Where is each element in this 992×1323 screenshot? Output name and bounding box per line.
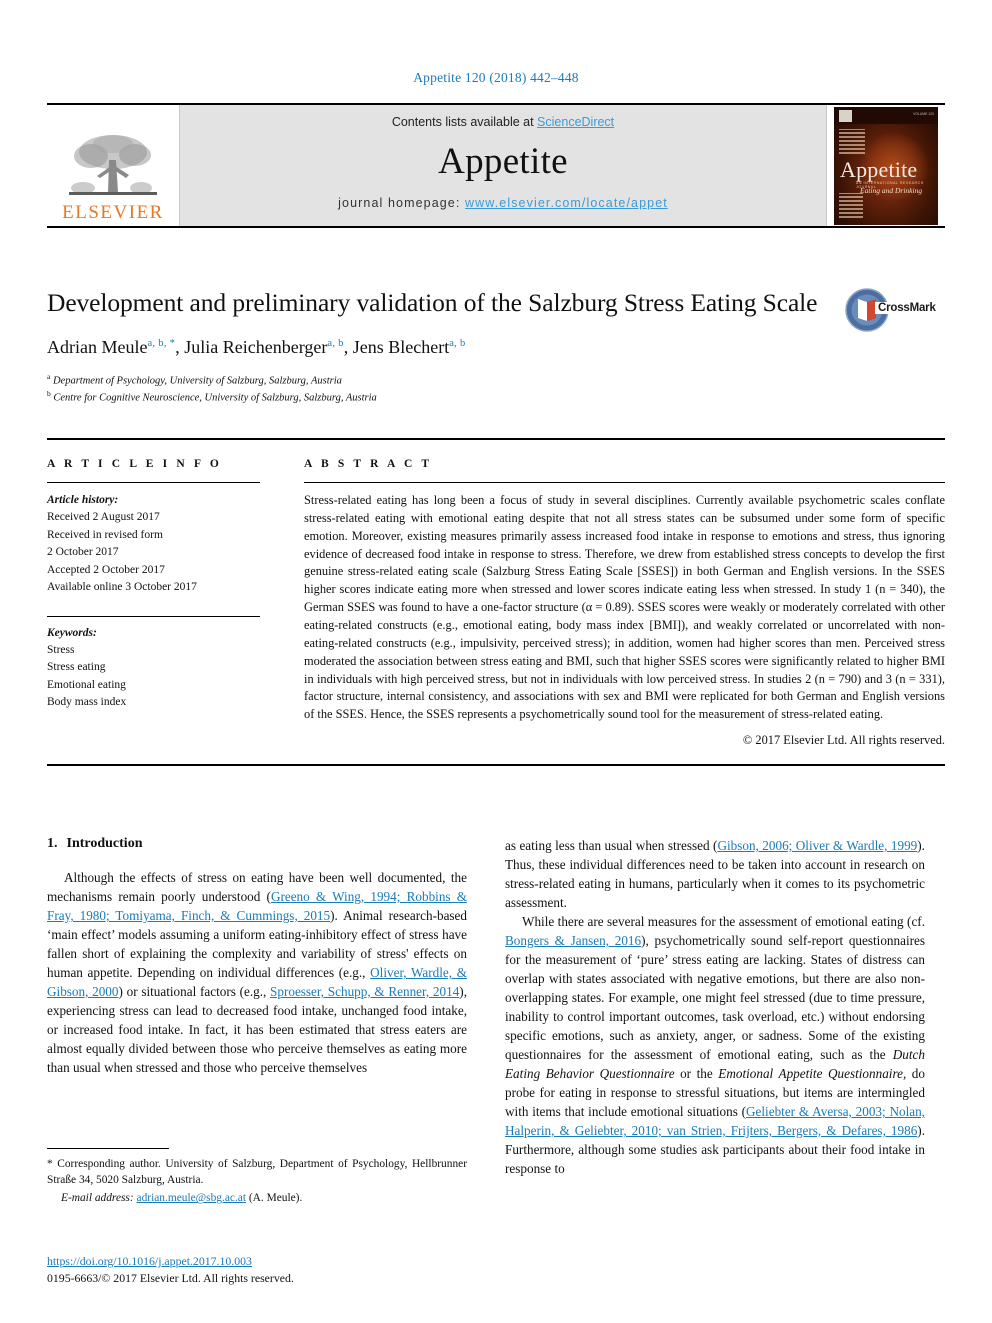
paragraph: as eating less than usual when stressed … bbox=[505, 836, 925, 912]
journal-cover-thumbnail: VOLUME 120 Appetite AN INTERNATIONAL RES… bbox=[827, 105, 945, 226]
citation-link[interactable]: Sproesser, Schupp, & Renner, 2014 bbox=[270, 984, 459, 999]
masthead-center: Contents lists available at ScienceDirec… bbox=[179, 105, 827, 226]
paragraph: Although the effects of stress on eating… bbox=[47, 868, 467, 1077]
doi-link[interactable]: https://doi.org/10.1016/j.appet.2017.10.… bbox=[47, 1254, 252, 1268]
sciencedirect-link[interactable]: ScienceDirect bbox=[537, 115, 614, 129]
section-title: Introduction bbox=[66, 836, 143, 851]
doi-block: https://doi.org/10.1016/j.appet.2017.10.… bbox=[47, 1252, 467, 1287]
affiliation-mark: b bbox=[47, 389, 51, 399]
article-info-column: A R T I C L E I N F O Article history: R… bbox=[47, 458, 282, 748]
keywords-label: Keywords: bbox=[47, 626, 97, 639]
article-history-line: Received in revised form bbox=[47, 528, 163, 541]
abstract-divider bbox=[304, 482, 945, 483]
paragraph-text: ), psychometrically sound self-report qu… bbox=[505, 933, 925, 1062]
paragraph-text: as eating less than usual when stressed … bbox=[505, 838, 718, 853]
article-info-abstract-band: A R T I C L E I N F O Article history: R… bbox=[47, 438, 945, 767]
journal-homepage-link[interactable]: www.elsevier.com/locate/appet bbox=[465, 196, 668, 210]
article-page: Appetite 120 (2018) 442–448 ELSEVIER Con… bbox=[0, 0, 992, 1323]
citation-link[interactable]: Bongers & Jansen, 2016 bbox=[505, 933, 641, 948]
article-history-line: Accepted 2 October 2017 bbox=[47, 563, 165, 576]
journal-cover-image: VOLUME 120 Appetite AN INTERNATIONAL RES… bbox=[834, 106, 938, 225]
section-number: 1. bbox=[47, 836, 58, 851]
cover-side-text-lines-lower bbox=[839, 192, 863, 221]
abstract-copyright: © 2017 Elsevier Ltd. All rights reserved… bbox=[742, 733, 945, 748]
article-info-divider bbox=[47, 482, 260, 483]
author-affiliation-marks: a, b bbox=[449, 338, 466, 350]
article-history-label: Article history: bbox=[47, 494, 119, 506]
paragraph-text: ) or situational factors (e.g., bbox=[118, 984, 271, 999]
crossmark-badge[interactable]: CrossMark bbox=[845, 288, 945, 340]
contents-prefix: Contents lists available at bbox=[391, 115, 538, 129]
cover-issue-text: VOLUME 120 bbox=[913, 111, 934, 116]
journal-masthead: ELSEVIER Contents lists available at Sci… bbox=[47, 103, 945, 228]
section-heading-introduction: 1. Introduction bbox=[47, 836, 467, 852]
article-title: Development and preliminary validation o… bbox=[47, 288, 818, 317]
journal-homepage-line: journal homepage: www.elsevier.com/locat… bbox=[338, 196, 668, 210]
affiliation-item: b Centre for Cognitive Neuroscience, Uni… bbox=[47, 389, 847, 406]
cover-journal-name: Appetite bbox=[840, 156, 918, 182]
footnote-rule bbox=[47, 1148, 169, 1149]
journal-name-italic: Emotional Appetite Questionnaire bbox=[718, 1066, 903, 1081]
footnote-text: Corresponding author. University of Salz… bbox=[47, 1158, 467, 1187]
title-block: Development and preliminary validation o… bbox=[47, 288, 847, 406]
contents-available-line: Contents lists available at ScienceDirec… bbox=[392, 115, 614, 129]
affiliation-item: a Department of Psychology, University o… bbox=[47, 372, 847, 389]
elsevier-tree-logo-icon bbox=[69, 135, 157, 195]
author-name[interactable]: Jens Blechert bbox=[353, 337, 449, 357]
email-suffix: (A. Meule). bbox=[246, 1192, 303, 1205]
author-name[interactable]: Julia Reichenberger bbox=[184, 337, 327, 357]
citation-link[interactable]: Gibson, 2006; Oliver & Wardle, 1999 bbox=[717, 838, 917, 853]
paragraph: While there are several measures for the… bbox=[505, 912, 925, 1178]
corresponding-author-text: * Corresponding author. University of Sa… bbox=[47, 1156, 467, 1188]
article-info-heading: A R T I C L E I N F O bbox=[47, 458, 222, 470]
email-link[interactable]: adrian.meule@sbg.ac.at bbox=[137, 1192, 246, 1204]
keyword-item: Stress eating bbox=[47, 661, 106, 674]
homepage-prefix: journal homepage: bbox=[338, 196, 465, 210]
elsevier-logo: ELSEVIER bbox=[47, 105, 179, 226]
author-affiliation-marks: a, b, * bbox=[147, 338, 176, 350]
email-line: E-mail address: adrian.meule@sbg.ac.at (… bbox=[47, 1190, 467, 1206]
corresponding-author-footnote: * Corresponding author. University of Sa… bbox=[47, 1148, 467, 1207]
keyword-item: Emotional eating bbox=[47, 678, 126, 691]
keyword-item: Stress bbox=[47, 643, 75, 656]
elsevier-wordmark: ELSEVIER bbox=[62, 202, 164, 223]
article-history-line: Received 2 August 2017 bbox=[47, 511, 160, 524]
affiliation-text: Centre for Cognitive Neuroscience, Unive… bbox=[53, 392, 377, 404]
keyword-item: Body mass index bbox=[47, 696, 127, 709]
paragraph-text: While there are several measures for the… bbox=[522, 914, 925, 929]
crossmark-label: CrossMark bbox=[875, 302, 936, 314]
author-name[interactable]: Adrian Meule bbox=[47, 337, 147, 357]
abstract-heading: A B S T R A C T bbox=[304, 458, 433, 470]
article-history-line: 2 October 2017 bbox=[47, 546, 119, 559]
running-head: Appetite 120 (2018) 442–448 bbox=[413, 70, 579, 85]
article-history-line: Available online 3 October 2017 bbox=[47, 581, 197, 594]
cover-logo-square bbox=[839, 109, 852, 122]
affiliation-mark: a bbox=[47, 371, 51, 381]
issn-copyright-line: 0195-6663/© 2017 Elsevier Ltd. All right… bbox=[47, 1271, 294, 1286]
abstract-column: A B S T R A C T Stress-related eating ha… bbox=[282, 458, 945, 748]
body-column-right: as eating less than usual when stressed … bbox=[505, 836, 925, 1178]
author-list: Adrian Meulea, b, *, Julia Reichenberger… bbox=[47, 337, 466, 358]
email-label: E-mail address: bbox=[61, 1192, 134, 1205]
abstract-text: Stress-related eating has long been a fo… bbox=[304, 493, 945, 722]
body-column-left: 1. Introduction Although the effects of s… bbox=[47, 836, 467, 1077]
keywords-divider bbox=[47, 615, 260, 617]
author-affiliation-marks: a, b bbox=[327, 338, 344, 350]
cover-side-text-lines bbox=[839, 128, 865, 157]
affiliation-list: a Department of Psychology, University o… bbox=[47, 372, 847, 407]
journal-title: Appetite bbox=[438, 141, 568, 182]
affiliation-text: Department of Psychology, University of … bbox=[52, 375, 342, 387]
cover-subtitle-italic: Eating and Drinking bbox=[860, 185, 923, 195]
paragraph-text: or the bbox=[674, 1066, 719, 1081]
